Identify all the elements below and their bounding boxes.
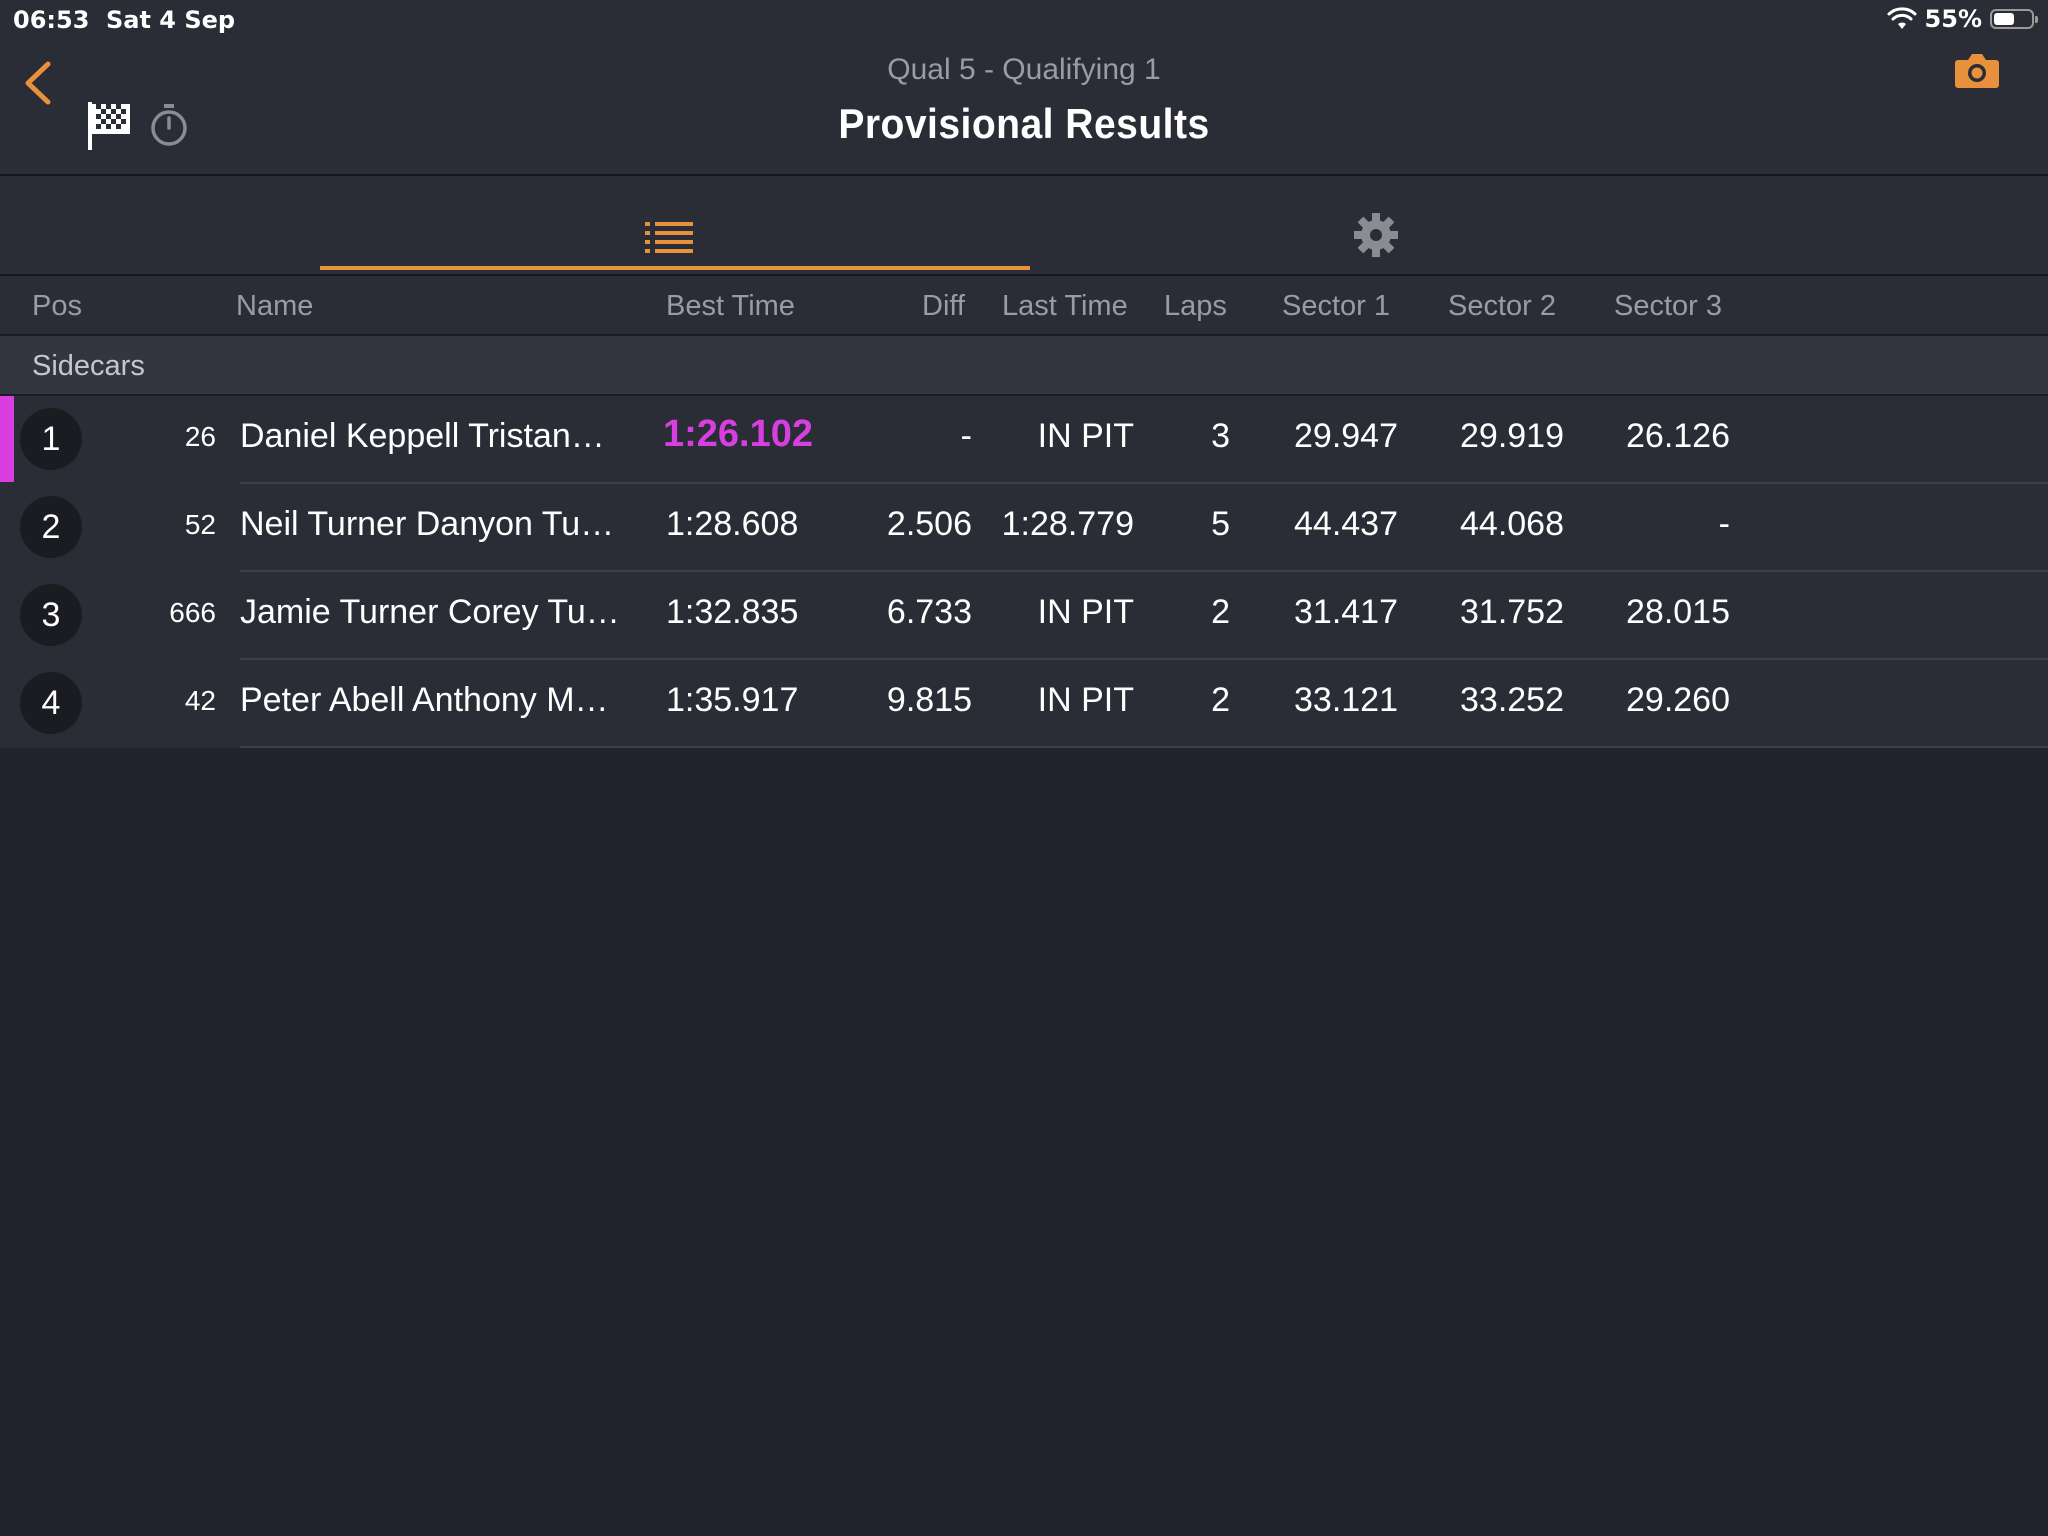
best-time: 1:26.102 bbox=[663, 413, 814, 455]
col-sector-1[interactable]: Sector 1 bbox=[1282, 290, 1390, 323]
col-name[interactable]: Name bbox=[236, 290, 313, 323]
diff: 6.733 bbox=[886, 593, 972, 631]
best-time: 1:32.835 bbox=[666, 593, 799, 631]
wifi-icon bbox=[1887, 7, 1917, 29]
table-row[interactable]: 4 42 Peter Abell Anthony M… 1:35.917 9.8… bbox=[0, 660, 2048, 748]
sector-2: 29.919 bbox=[1460, 417, 1564, 455]
best-lap-marker bbox=[0, 396, 14, 482]
class-group-label: Sidecars bbox=[32, 350, 145, 382]
page-title: Provisional Results bbox=[838, 100, 1210, 147]
sector-3: - bbox=[1718, 505, 1730, 543]
tab-bar bbox=[0, 176, 2048, 276]
sector-1: 44.437 bbox=[1294, 505, 1398, 543]
battery-percent: 55% bbox=[1924, 5, 1982, 33]
diff: 2.506 bbox=[886, 505, 972, 543]
sector-3: 29.260 bbox=[1626, 681, 1730, 719]
sector-1: 33.121 bbox=[1294, 681, 1398, 719]
driver-name: Daniel Keppell Tristan… bbox=[240, 417, 605, 455]
status-date: Sat 4 Sep bbox=[106, 6, 236, 34]
driver-name: Neil Turner Danyon Tu… bbox=[240, 505, 615, 543]
camera-icon[interactable] bbox=[1954, 52, 2000, 90]
col-last-time[interactable]: Last Time bbox=[1002, 290, 1128, 323]
results-table: 1 26 Daniel Keppell Tristan… 1:26.102 - … bbox=[0, 396, 2048, 748]
car-number: 52 bbox=[184, 509, 216, 540]
driver-name: Jamie Turner Corey Tu… bbox=[240, 593, 620, 631]
sector-2: 33.252 bbox=[1460, 681, 1564, 719]
col-diff[interactable]: Diff bbox=[922, 290, 965, 323]
session-subtitle: Qual 5 - Qualifying 1 bbox=[887, 53, 1161, 86]
sector-2: 44.068 bbox=[1460, 505, 1564, 543]
status-bar: 06:53 Sat 4 Sep 55% bbox=[0, 0, 2048, 40]
tab-settings[interactable] bbox=[1030, 176, 1730, 274]
col-pos[interactable]: Pos bbox=[32, 290, 82, 323]
sector-1: 31.417 bbox=[1294, 593, 1398, 631]
col-best-time[interactable]: Best Time bbox=[666, 290, 795, 323]
tab-selected-indicator bbox=[320, 266, 1030, 270]
last-time: 1:28.779 bbox=[1001, 505, 1134, 543]
driver-name: Peter Abell Anthony M… bbox=[240, 681, 609, 719]
last-time: IN PIT bbox=[1037, 593, 1134, 631]
best-time: 1:35.917 bbox=[666, 681, 799, 719]
col-laps[interactable]: Laps bbox=[1164, 290, 1227, 323]
sector-1: 29.947 bbox=[1294, 417, 1398, 455]
status-time: 06:53 bbox=[13, 6, 90, 34]
laps: 2 bbox=[1211, 681, 1230, 719]
battery-icon bbox=[1990, 9, 2038, 29]
laps: 5 bbox=[1211, 505, 1230, 543]
col-sector-2[interactable]: Sector 2 bbox=[1448, 290, 1556, 323]
sector-2: 31.752 bbox=[1460, 593, 1564, 631]
table-row[interactable]: 1 26 Daniel Keppell Tristan… 1:26.102 - … bbox=[0, 396, 2048, 484]
table-header: Pos Name Best Time Diff Last Time Laps S… bbox=[0, 276, 2048, 336]
sector-3: 28.015 bbox=[1626, 593, 1730, 631]
sector-3: 26.126 bbox=[1626, 417, 1730, 455]
car-number: 666 bbox=[169, 597, 216, 628]
col-sector-3[interactable]: Sector 3 bbox=[1614, 290, 1722, 323]
table-row[interactable]: 3 666 Jamie Turner Corey Tu… 1:32.835 6.… bbox=[0, 572, 2048, 660]
car-number: 42 bbox=[184, 685, 216, 716]
car-number: 26 bbox=[184, 421, 216, 452]
gear-icon bbox=[1354, 213, 1398, 257]
last-time: IN PIT bbox=[1037, 417, 1134, 455]
tab-results-list[interactable] bbox=[320, 176, 1030, 274]
position-badge: 1 bbox=[20, 408, 82, 470]
list-icon bbox=[645, 222, 693, 253]
last-time: IN PIT bbox=[1037, 681, 1134, 719]
diff: 9.815 bbox=[886, 681, 972, 719]
position-badge: 4 bbox=[20, 672, 82, 734]
position-badge: 3 bbox=[20, 584, 82, 646]
diff: - bbox=[960, 417, 972, 455]
laps: 2 bbox=[1211, 593, 1230, 631]
laps: 3 bbox=[1211, 417, 1230, 455]
best-time: 1:28.608 bbox=[666, 505, 799, 543]
position-badge: 2 bbox=[20, 496, 82, 558]
class-group-header: Sidecars bbox=[0, 336, 2048, 396]
table-row[interactable]: 2 52 Neil Turner Danyon Tu… 1:28.608 2.5… bbox=[0, 484, 2048, 572]
